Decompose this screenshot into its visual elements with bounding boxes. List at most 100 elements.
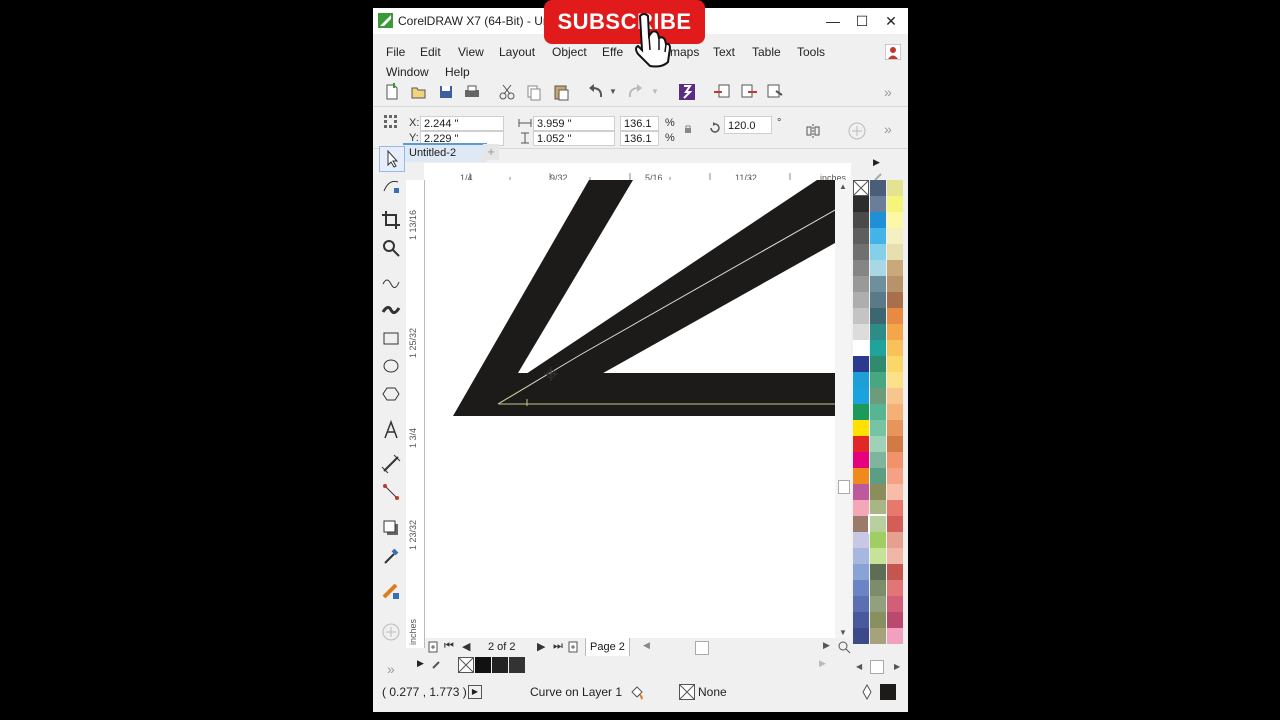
palette-flyout-icon[interactable]: ▶ — [873, 157, 880, 168]
fill-bucket-icon[interactable] — [629, 684, 645, 700]
color-swatch[interactable] — [887, 468, 903, 484]
color-swatch[interactable] — [853, 484, 869, 500]
color-swatch[interactable] — [870, 580, 886, 596]
lock-ratio-icon[interactable] — [683, 124, 693, 134]
new-document-icon[interactable] — [382, 82, 402, 102]
outline-color-swatch[interactable] — [880, 684, 896, 700]
color-swatch[interactable] — [853, 452, 869, 468]
drop-shadow-tool-icon[interactable] — [379, 516, 403, 540]
color-swatch[interactable] — [870, 308, 886, 324]
undo-icon[interactable] — [586, 82, 606, 102]
status-flyout-icon[interactable]: ▶ — [468, 685, 482, 699]
color-swatch[interactable] — [870, 244, 886, 260]
search-content-icon[interactable] — [677, 82, 697, 102]
color-swatch[interactable] — [853, 212, 869, 228]
zoom-tool-icon[interactable] — [379, 236, 403, 260]
color-swatch[interactable] — [870, 548, 886, 564]
color-swatch[interactable] — [870, 324, 886, 340]
palette-scroll-right-icon[interactable]: ▶ — [894, 662, 900, 671]
document-palette-eyedropper-icon[interactable] — [431, 658, 443, 670]
color-swatch[interactable] — [887, 628, 903, 644]
print-icon[interactable] — [462, 82, 482, 102]
color-swatch[interactable] — [887, 484, 903, 500]
next-page-icon[interactable]: ▶ — [537, 640, 545, 653]
color-swatch[interactable] — [887, 388, 903, 404]
color-swatch[interactable] — [870, 404, 886, 420]
document-palette-flyout-icon[interactable]: ▶ — [417, 658, 424, 669]
color-swatch[interactable] — [887, 532, 903, 548]
first-page-icon[interactable]: ⏮ — [444, 640, 454, 653]
color-swatch[interactable] — [853, 532, 869, 548]
no-color-swatch[interactable] — [853, 180, 869, 196]
zoom-navigator-icon[interactable] — [837, 640, 851, 654]
menu-layout[interactable]: Layout — [499, 45, 535, 59]
color-swatch[interactable] — [853, 420, 869, 436]
color-swatch[interactable] — [887, 612, 903, 628]
color-swatch[interactable] — [853, 612, 869, 628]
toolbox-overflow-icon[interactable]: » — [387, 661, 395, 677]
redo-dropdown-icon[interactable]: ▼ — [651, 87, 659, 96]
copy-icon[interactable] — [524, 82, 544, 102]
color-swatch[interactable] — [887, 244, 903, 260]
color-swatch[interactable] — [868, 514, 888, 534]
color-swatch[interactable] — [887, 292, 903, 308]
color-swatch[interactable] — [870, 500, 886, 516]
color-swatch[interactable] — [870, 484, 886, 500]
color-swatch[interactable] — [870, 356, 886, 372]
color-swatch[interactable] — [870, 452, 886, 468]
color-swatch[interactable] — [853, 324, 869, 340]
color-swatch[interactable] — [853, 500, 869, 516]
menu-window[interactable]: Window — [386, 65, 429, 79]
diagonal-bar-shape[interactable] — [523, 180, 835, 400]
document-swatch[interactable] — [492, 657, 508, 673]
subscribe-button[interactable]: SUBSCRIBE — [544, 0, 705, 44]
color-swatch[interactable] — [870, 180, 886, 196]
rotation-angle-field[interactable]: 120.0 — [724, 116, 772, 134]
color-swatch[interactable] — [887, 356, 903, 372]
outline-pen-icon[interactable] — [860, 684, 874, 700]
undo-dropdown-icon[interactable]: ▼ — [609, 87, 617, 96]
color-swatch[interactable] — [870, 596, 886, 612]
menu-object[interactable]: Object — [552, 45, 587, 59]
add-tool-icon[interactable] — [379, 620, 403, 644]
toolbar-overflow-icon[interactable]: » — [884, 84, 892, 100]
color-swatch[interactable] — [870, 564, 886, 580]
menu-bitmaps[interactable]: maps — [670, 45, 699, 59]
export-icon[interactable] — [739, 82, 759, 102]
color-swatch[interactable] — [887, 548, 903, 564]
maximize-button[interactable]: ☐ — [851, 11, 873, 31]
parallel-dimension-tool-icon[interactable] — [379, 452, 403, 476]
paste-icon[interactable] — [551, 82, 571, 102]
vertical-scrollbar[interactable]: ▲ ▼ — [835, 180, 851, 640]
color-swatch[interactable] — [870, 436, 886, 452]
import-icon[interactable] — [712, 82, 732, 102]
palette-scroll-thumb[interactable] — [870, 660, 884, 674]
color-swatch[interactable] — [887, 260, 903, 276]
menu-file[interactable]: File — [386, 45, 405, 59]
color-swatch[interactable] — [853, 468, 869, 484]
insert-page-before-icon[interactable] — [427, 641, 439, 653]
color-swatch[interactable] — [853, 548, 869, 564]
color-swatch[interactable] — [887, 436, 903, 452]
shape-tool-icon[interactable] — [379, 174, 403, 198]
object-origin-icon[interactable] — [383, 114, 399, 130]
publish-pdf-icon[interactable] — [765, 82, 785, 102]
user-account-icon[interactable] — [885, 44, 901, 60]
close-button[interactable]: ✕ — [880, 11, 902, 31]
color-swatch[interactable] — [853, 292, 869, 308]
color-swatch[interactable] — [853, 404, 869, 420]
rectangle-tool-icon[interactable] — [379, 326, 403, 350]
color-swatch[interactable] — [870, 228, 886, 244]
color-swatch[interactable] — [887, 324, 903, 340]
artistic-media-tool-icon[interactable] — [379, 298, 403, 322]
color-swatch[interactable] — [853, 260, 869, 276]
color-swatch[interactable] — [870, 388, 886, 404]
color-swatch[interactable] — [853, 308, 869, 324]
color-swatch[interactable] — [887, 564, 903, 580]
polygon-tool-icon[interactable] — [379, 382, 403, 406]
redo-icon[interactable] — [625, 82, 645, 102]
color-swatch[interactable] — [853, 596, 869, 612]
eyedropper-tool-icon[interactable] — [379, 544, 403, 568]
color-swatch[interactable] — [887, 276, 903, 292]
color-swatch[interactable] — [870, 292, 886, 308]
